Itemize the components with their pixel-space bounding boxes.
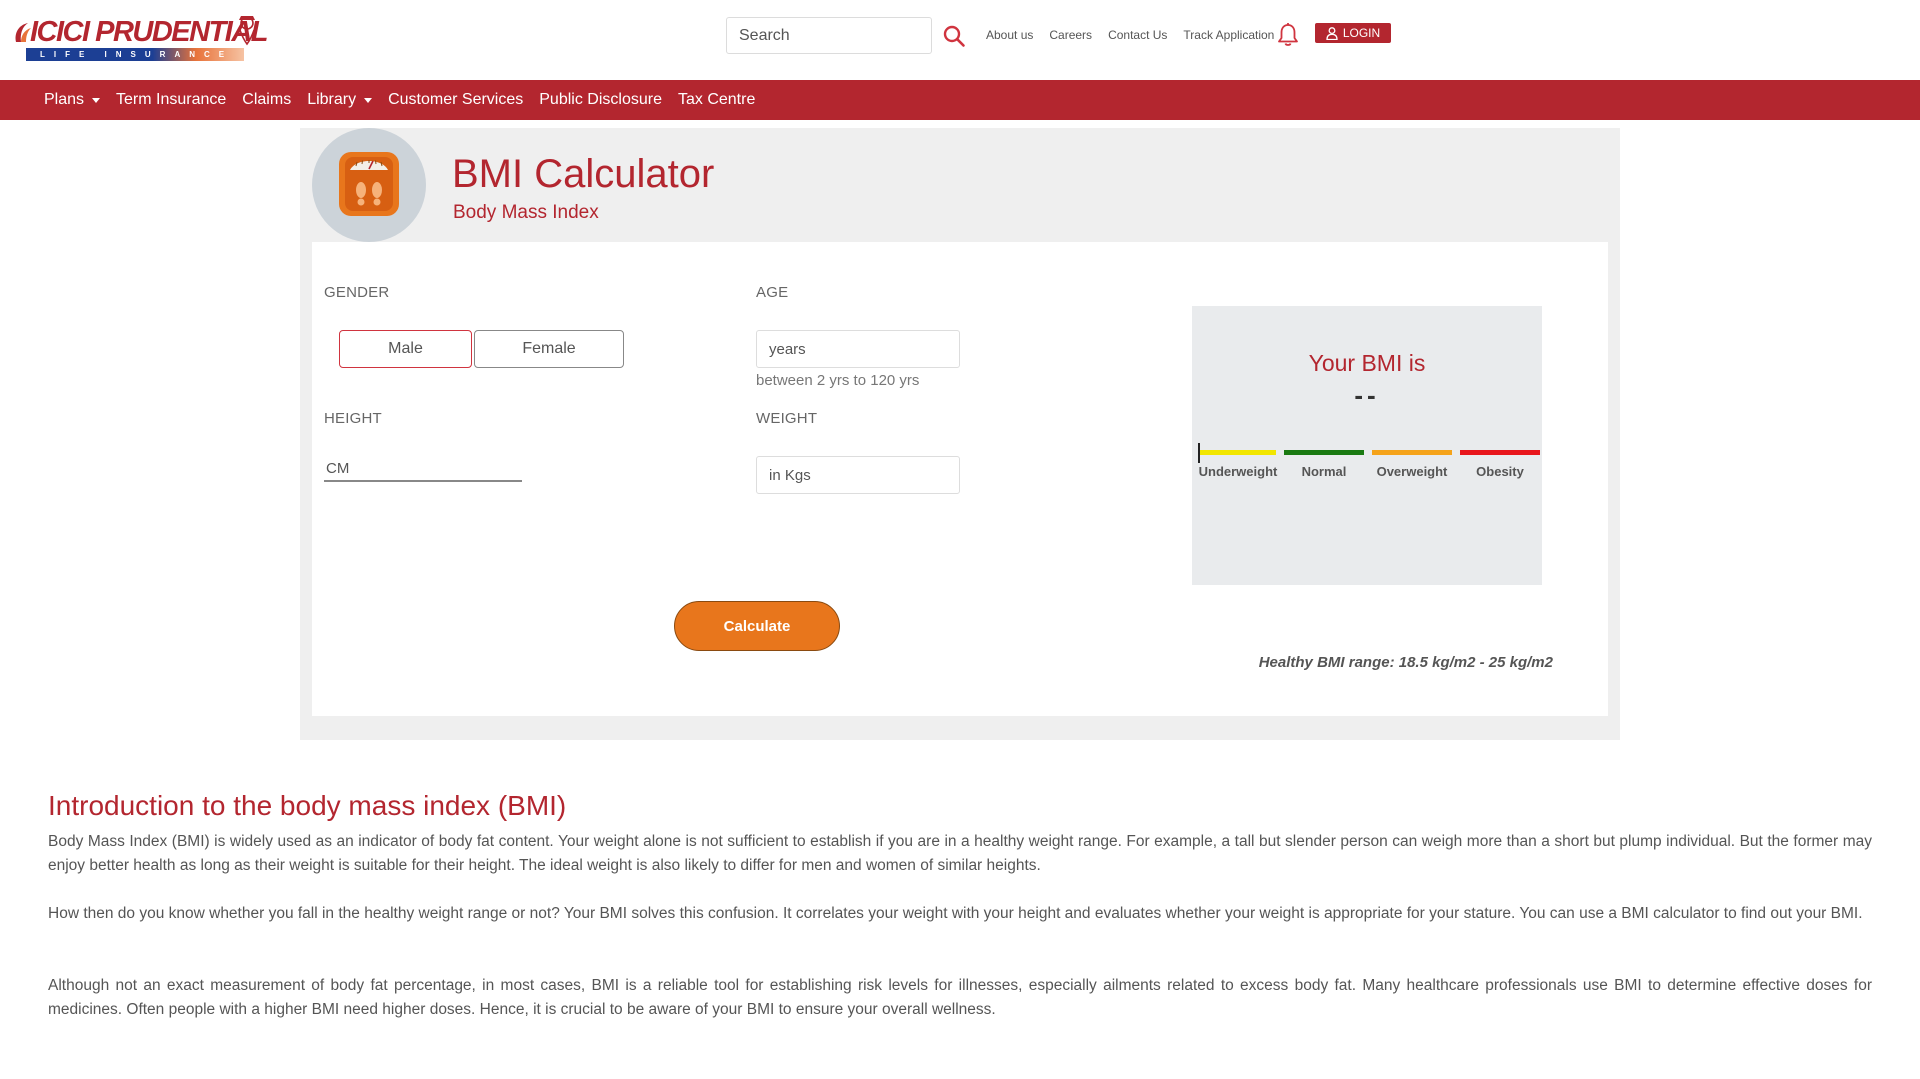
calculator-form-panel: GENDER Male Female AGE between 2 yrs to … (312, 242, 1608, 716)
logo-tagline: LIFE INSURANCE (40, 50, 234, 59)
search-field[interactable] (726, 17, 932, 54)
nav-item-tax-centre[interactable]: Tax Centre (678, 91, 755, 109)
nav-item-public-disclosure[interactable]: Public Disclosure (539, 91, 662, 109)
healthy-bmi-range-note: Healthy BMI range: 18.5 kg/m2 - 25 kg/m2 (1258, 654, 1553, 671)
nav-item-label: Plans (44, 91, 85, 108)
nav-item-customer-services[interactable]: Customer Services (388, 91, 523, 109)
scale-bar-normal (1284, 450, 1364, 455)
height-field[interactable] (324, 456, 522, 482)
weighing-scale-icon (339, 152, 399, 216)
scale-bar-overweight (1372, 450, 1452, 455)
scale-bar-obesity (1460, 450, 1540, 455)
result-title: Your BMI is (1308, 350, 1426, 376)
search-input[interactable] (727, 18, 931, 53)
brand-logo[interactable]: ICICI PRUDENTIAL LIFE INSURANCE (12, 14, 269, 64)
calculator-icon-badge (312, 128, 426, 242)
scale-bar-underweight (1198, 450, 1276, 455)
article-heading: Introduction to the body mass index (BMI… (48, 790, 567, 821)
gender-male-button[interactable]: Male (339, 330, 472, 368)
scale-label-underweight: Underweight (1198, 464, 1278, 479)
login-label: LOGIN (1342, 26, 1381, 40)
age-label: AGE (756, 284, 789, 301)
bmi-scale (1198, 450, 1540, 455)
bmi-result-panel: Your BMI is -- Underweight Normal Overwe… (1192, 306, 1542, 585)
top-header: ICICI PRUDENTIAL LIFE INSURANCE About us… (0, 0, 1920, 80)
weight-field[interactable] (756, 456, 960, 494)
track-application-link[interactable]: Track Application (1183, 28, 1274, 42)
nav-item-label: Tax Centre (677, 91, 756, 108)
height-label: HEIGHT (324, 410, 382, 427)
main-navigation: Plans Term Insurance Claims Library Cust… (0, 80, 1920, 120)
chevron-down-icon (364, 97, 373, 103)
nav-item-claims[interactable]: Claims (242, 91, 291, 109)
age-field[interactable] (756, 330, 960, 368)
nav-item-plans[interactable]: Plans (44, 91, 101, 109)
bmi-calculator-card: BMI Calculator Body Mass Index GENDER Ma… (300, 128, 1620, 740)
nav-item-label: Claims (242, 91, 292, 108)
nav-item-label: Customer Services (388, 91, 524, 108)
page-subtitle: Body Mass Index (453, 202, 599, 223)
nav-item-label: Library (307, 91, 357, 108)
nav-item-term-insurance[interactable]: Term Insurance (116, 91, 226, 109)
result-value: -- (1354, 380, 1380, 410)
bmi-pointer (1198, 443, 1200, 463)
article-paragraph: Although not an exact measurement of bod… (48, 977, 1872, 1018)
weight-label: WEIGHT (756, 410, 818, 427)
age-hint: between 2 yrs to 120 yrs (756, 372, 920, 389)
article-paragraph: Body Mass Index (BMI) is widely used as … (48, 833, 1872, 874)
search-icon[interactable] (942, 24, 966, 48)
page-title: BMI Calculator (452, 152, 715, 196)
nav-item-label: Public Disclosure (539, 91, 662, 108)
careers-link[interactable]: Careers (1049, 28, 1092, 42)
login-button[interactable]: LOGIN (1315, 23, 1391, 43)
height-input[interactable] (324, 456, 522, 480)
utility-links: About us Careers Contact Us Track Applic… (986, 28, 1274, 42)
age-input[interactable] (757, 331, 959, 367)
article-paragraph: How then do you know whether you fall in… (48, 905, 1863, 922)
nav-item-label: Term Insurance (116, 91, 227, 108)
gender-female-button[interactable]: Female (474, 330, 624, 368)
nav-item-library[interactable]: Library (307, 91, 373, 109)
logo-tagline-band: LIFE INSURANCE (26, 48, 244, 61)
calculate-button[interactable]: Calculate (674, 601, 840, 651)
scale-label-obesity: Obesity (1476, 464, 1524, 479)
chevron-down-icon (92, 97, 101, 103)
logo-wordmark: ICICI PRUDENTIAL (30, 16, 269, 48)
contact-us-link[interactable]: Contact Us (1108, 28, 1167, 42)
user-icon (1326, 26, 1338, 40)
scale-label-normal: Normal (1301, 464, 1347, 479)
gender-label: GENDER (324, 284, 390, 301)
scale-label-overweight: Overweight (1376, 464, 1448, 479)
about-us-link[interactable]: About us (986, 28, 1033, 42)
bell-icon[interactable] (1276, 22, 1300, 48)
weight-input[interactable] (757, 457, 959, 493)
logo-mascot-icon (239, 16, 255, 46)
